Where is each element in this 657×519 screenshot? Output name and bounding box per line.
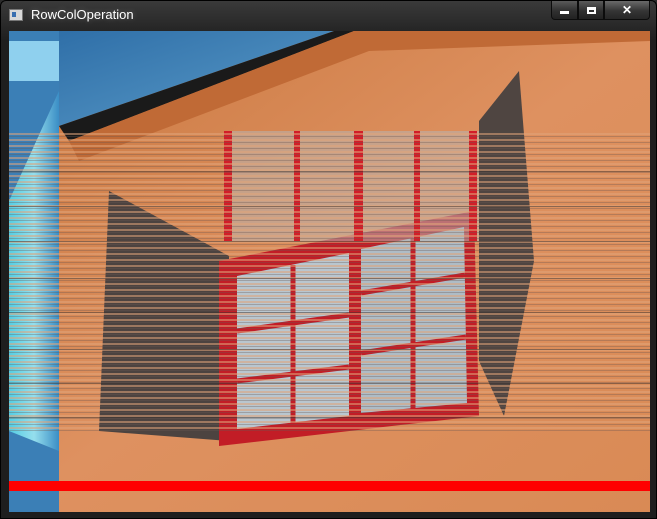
row-shift-streaks (9, 131, 650, 431)
image-canvas (9, 31, 650, 512)
title-bar[interactable]: RowColOperation ✕ (1, 1, 656, 31)
minimize-icon (560, 11, 569, 14)
app-window-icon[interactable] (9, 9, 23, 21)
close-icon: ✕ (621, 3, 633, 17)
left-strip-highlight (9, 41, 59, 81)
caption-buttons: ✕ (551, 1, 650, 21)
close-button[interactable]: ✕ (604, 1, 650, 20)
maximize-button[interactable] (578, 1, 604, 20)
processed-image (9, 31, 650, 512)
app-window: RowColOperation ✕ (0, 0, 657, 519)
red-row-stripe (9, 481, 650, 491)
window-title: RowColOperation (31, 7, 134, 22)
maximize-icon (586, 6, 596, 14)
minimize-button[interactable] (551, 1, 578, 20)
